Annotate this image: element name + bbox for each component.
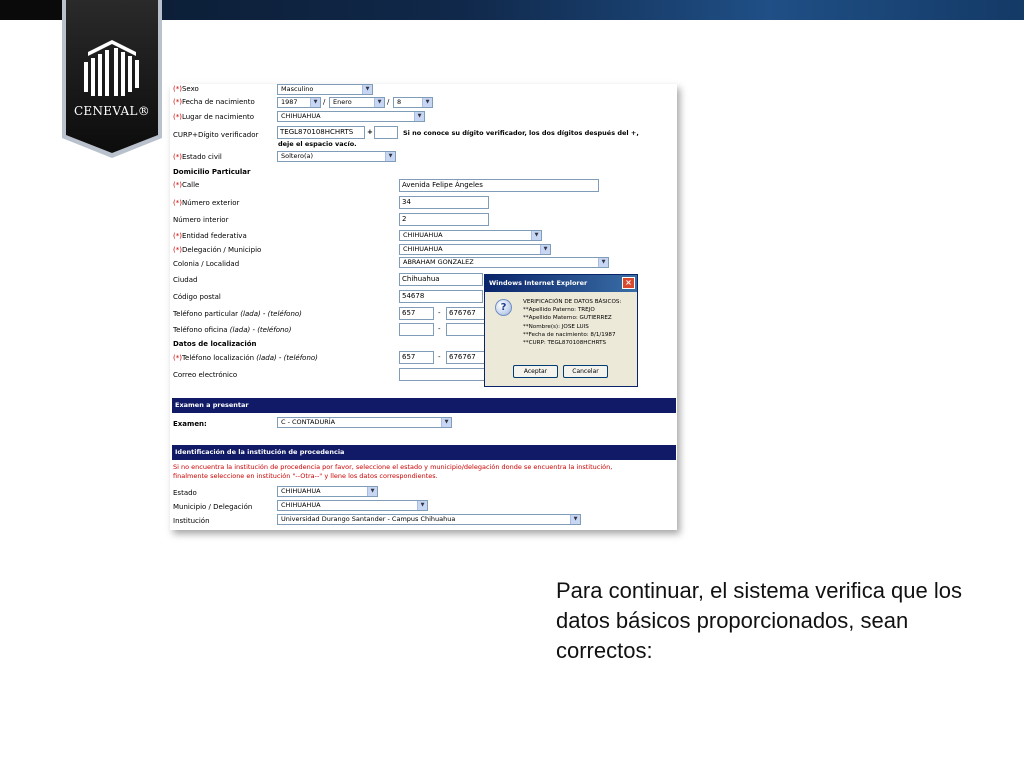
dialog-title: Windows Internet Explorer (489, 279, 588, 287)
dialog-line: **Apellido Materno: GUTIERREZ (523, 315, 612, 322)
inst-municipio-label: Municipio / Delegación (173, 503, 253, 511)
accept-button[interactable]: Aceptar (513, 365, 558, 378)
dialog-message: VERIFICACIÓN DE DATOS BÁSICOS: **Apellid… (523, 298, 621, 347)
ceneval-logo-badge: CENEVAL® (62, 0, 162, 158)
date-separator: / (323, 98, 326, 106)
chevron-down-icon: ▼ (414, 112, 424, 121)
inst-select[interactable]: Universidad Durango Santander - Campus C… (277, 514, 581, 525)
chevron-down-icon: ▼ (441, 418, 451, 427)
tel-ofi-lada-input[interactable] (399, 323, 434, 336)
chevron-down-icon: ▼ (598, 258, 608, 267)
year-select[interactable]: 1987 ▼ (277, 97, 321, 108)
cp-label: Código postal (173, 293, 221, 301)
examen-bar: Examen a presentar (172, 398, 676, 413)
chevron-down-icon: ▼ (385, 152, 395, 161)
tel-ofi-label: Teléfono oficina (lada) - (teléfono) (173, 326, 292, 334)
day-select[interactable]: 8 ▼ (393, 97, 433, 108)
question-icon: ? (495, 299, 512, 316)
cp-input[interactable]: 54678 (399, 290, 483, 303)
slide-caption: Para continuar, el sistema verifica que … (556, 578, 962, 663)
num-int-label: Número interior (173, 216, 229, 224)
top-bar-left-block (0, 0, 62, 20)
sexo-select[interactable]: Masculino ▼ (277, 84, 373, 95)
estado-civil-select[interactable]: Soltero(a) ▼ (277, 151, 396, 162)
logo-badge-shape (62, 0, 162, 158)
dialog-line: **Nombre(s): JOSE LUIS (523, 323, 589, 330)
domicilio-heading: Domicilio Particular (173, 168, 251, 176)
dialog-line: **Apellido Paterno: TREJO (523, 307, 595, 314)
delegacion-label: (*)Delegación / Municipio (173, 246, 262, 254)
tel-loc-label: (*)Teléfono localización (lada) - (teléf… (173, 354, 318, 362)
ie-confirm-dialog: Windows Internet Explorer × ? VERIFICACI… (484, 274, 638, 387)
lugar-label: (*)Lugar de nacimiento (173, 113, 255, 121)
institucion-note-1: Si no encuentra la institución de proced… (173, 463, 613, 471)
inst-label: Institución (173, 517, 210, 525)
logo-text: CENEVAL® (73, 104, 151, 118)
curp-label: CURP+Dígito verificador (173, 131, 259, 139)
examen-label: Examen: (173, 420, 207, 428)
lugar-select[interactable]: CHIHUAHUA ▼ (277, 111, 425, 122)
chevron-down-icon: ▼ (570, 515, 580, 524)
dialog-line: VERIFICACIÓN DE DATOS BÁSICOS: (523, 299, 622, 305)
curp-hint: Si no conoce su dígito verificador, los … (403, 129, 639, 137)
ciudad-input[interactable]: Chihuahua (399, 273, 483, 286)
inst-estado-label: Estado (173, 489, 197, 497)
date-separator: / (387, 98, 390, 106)
dialog-title-bar: Windows Internet Explorer × (485, 275, 637, 292)
month-select[interactable]: Enero ▼ (329, 97, 385, 108)
localizacion-heading: Datos de localización (173, 340, 257, 348)
close-icon[interactable]: × (622, 277, 635, 289)
examen-select[interactable]: C - CONTADURÍA ▼ (277, 417, 452, 428)
num-int-input[interactable]: 2 (399, 213, 489, 226)
institucion-note-2: finalmente seleccione en institución "--… (173, 472, 438, 480)
curp-input[interactable]: TEGL870108HCHRTS (277, 126, 365, 139)
sexo-label: (*)Sexo (173, 85, 199, 93)
correo-input[interactable] (399, 368, 485, 381)
estado-civil-label: (*)Estado civil (173, 153, 222, 161)
form-screenshot: (*)Sexo Masculino ▼ (*)Fecha de nacimient… (170, 84, 677, 530)
tel-part-num-input[interactable]: 676767 (446, 307, 486, 320)
chevron-down-icon: ▼ (540, 245, 550, 254)
ciudad-label: Ciudad (173, 276, 198, 284)
calle-label: (*)Calle (173, 181, 200, 189)
tel-ofi-num-input[interactable] (446, 323, 486, 336)
colonia-label: Colonia / Localidad (173, 260, 240, 268)
chevron-down-icon: ▼ (362, 85, 372, 94)
correo-label: Correo electrónico (173, 371, 238, 379)
curp-plus: + (367, 128, 373, 136)
entidad-label: (*)Entidad federativa (173, 232, 247, 240)
chevron-down-icon: ▼ (422, 98, 432, 107)
chevron-down-icon: ▼ (367, 487, 377, 496)
dialog-line: **CURP: TEGL870108HCHRTS (523, 340, 607, 347)
tel-loc-lada-input[interactable]: 657 (399, 351, 434, 364)
colonia-select[interactable]: ABRAHAM GONZALEZ ▼ (399, 257, 609, 268)
chevron-down-icon: ▼ (531, 231, 541, 240)
cancel-button[interactable]: Cancelar (563, 365, 608, 378)
institucion-bar: Identificación de la institución de proc… (172, 445, 676, 460)
tel-loc-dash: - (438, 353, 441, 361)
fecha-label: (*)Fecha de nacimiento (173, 98, 255, 106)
tel-part-lada-input[interactable]: 657 (399, 307, 434, 320)
curp-hint-2: deje el espacio vacío. (278, 140, 357, 148)
digito-verificador-input[interactable] (374, 126, 398, 139)
delegacion-select[interactable]: CHIHUAHUA ▼ (399, 244, 551, 255)
tel-part-dash: - (438, 309, 441, 317)
inst-municipio-select[interactable]: CHIHUAHUA ▼ (277, 500, 428, 511)
tel-loc-num-input[interactable]: 676767 (446, 351, 486, 364)
tel-part-label: Teléfono particular (lada) - (teléfono) (173, 310, 302, 318)
chevron-down-icon: ▼ (417, 501, 427, 510)
dialog-line: **Fecha de nacimiento: 8/1/1987 (523, 331, 616, 338)
chevron-down-icon: ▼ (374, 98, 384, 107)
chevron-down-icon: ▼ (310, 98, 320, 107)
tel-ofi-dash: - (438, 325, 441, 333)
num-ext-input[interactable]: 34 (399, 196, 489, 209)
entidad-select[interactable]: CHIHUAHUA ▼ (399, 230, 542, 241)
num-ext-label: (*)Número exterior (173, 199, 240, 207)
inst-estado-select[interactable]: CHIHUAHUA ▼ (277, 486, 378, 497)
calle-input[interactable]: Avenida Felipe Ángeles (399, 179, 599, 192)
